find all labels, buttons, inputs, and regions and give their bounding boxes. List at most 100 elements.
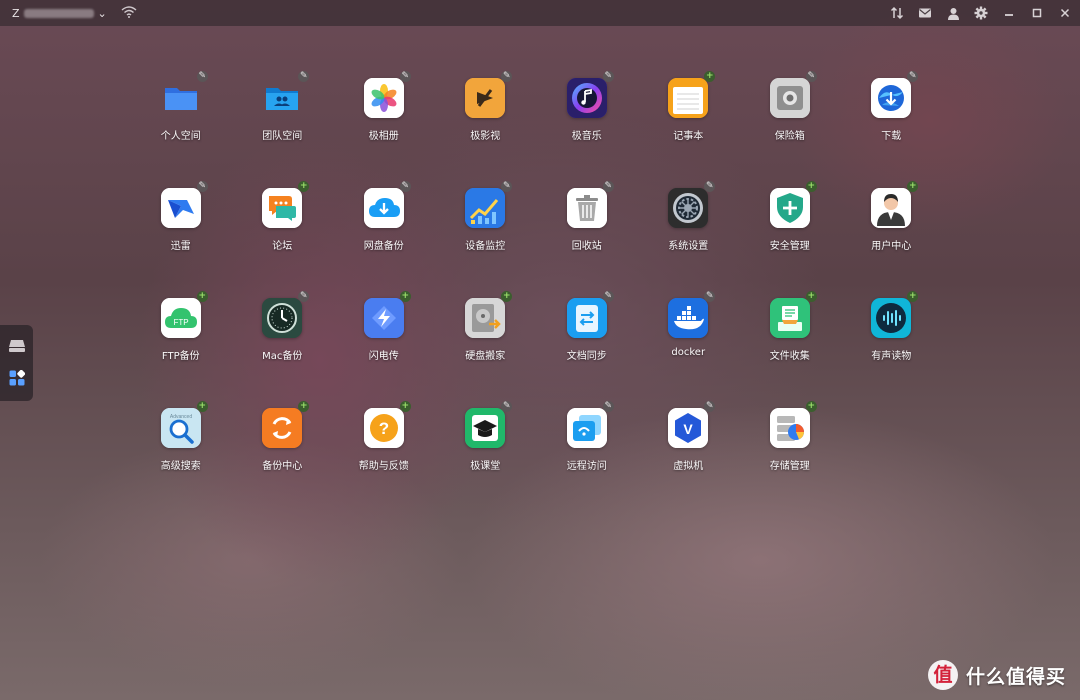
app-tile[interactable]: V ✎ 虚拟机 [638, 398, 740, 508]
app-tile[interactable]: + 硬盘搬家 [435, 288, 537, 398]
user-icon[interactable] [946, 6, 960, 20]
add-badge-icon[interactable]: + [805, 291, 817, 302]
gear-icon[interactable] [974, 6, 988, 20]
cloud-backup-icon[interactable]: ✎ [363, 181, 411, 228]
close-icon[interactable] [1058, 6, 1072, 20]
app-tile[interactable]: + 记事本 [638, 68, 740, 178]
music-icon[interactable]: ✎ [566, 71, 614, 118]
vm-icon[interactable]: V ✎ [668, 401, 716, 448]
forum-icon[interactable]: + [262, 181, 310, 228]
app-tile[interactable]: ✎ 极影视 [435, 68, 537, 178]
app-tile[interactable]: Advanced + 高级搜索 [130, 398, 232, 508]
edit-badge-icon[interactable]: ✎ [704, 181, 716, 192]
wifi-icon[interactable] [121, 5, 137, 21]
add-badge-icon[interactable]: + [399, 401, 411, 412]
add-badge-icon[interactable]: + [501, 291, 513, 302]
settings-icon[interactable]: ✎ [668, 181, 716, 228]
flash-transfer-icon[interactable]: + [363, 291, 411, 338]
drive-icon[interactable] [8, 337, 26, 355]
photos-icon[interactable]: ✎ [363, 71, 411, 118]
docker-icon[interactable]: ✎ [668, 291, 716, 338]
edit-badge-icon[interactable]: ✎ [196, 71, 208, 82]
add-badge-icon[interactable]: + [298, 181, 310, 192]
transfer-icon[interactable] [890, 6, 904, 20]
classroom-icon[interactable]: ✎ [465, 401, 513, 448]
advanced-search-icon[interactable]: Advanced + [160, 401, 208, 448]
ftp-cloud-icon[interactable]: FTP + [160, 291, 208, 338]
app-tile[interactable]: ✎ 远程访问 [536, 398, 638, 508]
edit-badge-icon[interactable]: ✎ [704, 291, 716, 302]
disk-move-icon[interactable]: + [465, 291, 513, 338]
edit-badge-icon[interactable]: ✎ [805, 71, 817, 82]
app-tile[interactable]: ✎ docker [638, 288, 740, 398]
thunder-icon[interactable]: ✎ [160, 181, 208, 228]
trash-icon[interactable]: ✎ [566, 181, 614, 228]
edit-badge-icon[interactable]: ✎ [501, 71, 513, 82]
edit-badge-icon[interactable]: ✎ [501, 181, 513, 192]
add-badge-icon[interactable]: + [704, 71, 716, 82]
download-globe-icon[interactable]: ✎ [871, 71, 919, 118]
app-tile[interactable]: ✎ 文档同步 [536, 288, 638, 398]
user-center-icon[interactable]: + [871, 181, 919, 228]
help-icon[interactable]: ? + [363, 401, 411, 448]
edit-badge-icon[interactable]: ✎ [399, 181, 411, 192]
app-tile[interactable]: ✎ 网盘备份 [333, 178, 435, 288]
time-machine-icon[interactable]: ✎ [262, 291, 310, 338]
add-badge-icon[interactable]: + [805, 401, 817, 412]
file-collect-icon[interactable]: + [769, 291, 817, 338]
edit-badge-icon[interactable]: ✎ [196, 181, 208, 192]
notepad-icon[interactable]: + [668, 71, 716, 118]
folder-icon[interactable]: ✎ [161, 71, 208, 118]
add-badge-icon[interactable]: + [298, 401, 310, 412]
edit-badge-icon[interactable]: ✎ [602, 291, 614, 302]
apps-grid-icon[interactable] [8, 369, 26, 387]
edit-badge-icon[interactable]: ✎ [907, 71, 919, 82]
app-tile[interactable]: + 有声读物 [841, 288, 943, 398]
shield-icon[interactable]: + [769, 181, 817, 228]
app-tile[interactable]: ✎ Mac备份 [232, 288, 334, 398]
app-tile[interactable]: ✎ 极音乐 [536, 68, 638, 178]
edit-badge-icon[interactable]: ✎ [298, 291, 310, 302]
app-tile[interactable]: + 用户中心 [841, 178, 943, 288]
add-badge-icon[interactable]: + [196, 291, 208, 302]
device-selector[interactable]: Z ⌄ [12, 7, 107, 20]
app-tile[interactable]: ✎ 极课堂 [435, 398, 537, 508]
team-folder-icon[interactable]: ✎ [262, 71, 310, 118]
app-tile[interactable]: + 存储管理 [739, 398, 841, 508]
minimize-icon[interactable] [1002, 6, 1016, 20]
edit-badge-icon[interactable]: ✎ [704, 401, 716, 412]
edit-badge-icon[interactable]: ✎ [501, 401, 513, 412]
edit-badge-icon[interactable]: ✎ [298, 71, 310, 82]
app-tile[interactable]: + 文件收集 [739, 288, 841, 398]
maximize-icon[interactable] [1030, 6, 1044, 20]
add-badge-icon[interactable]: + [196, 401, 208, 412]
edit-badge-icon[interactable]: ✎ [399, 71, 411, 82]
app-tile[interactable]: ✎ 下载 [841, 68, 943, 178]
backup-center-icon[interactable]: + [262, 401, 310, 448]
app-tile[interactable]: + 备份中心 [232, 398, 334, 508]
monitor-chart-icon[interactable]: ✎ [465, 181, 513, 228]
app-tile[interactable]: ✎ 迅雷 [130, 178, 232, 288]
storage-icon[interactable]: + [769, 401, 817, 448]
add-badge-icon[interactable]: + [805, 181, 817, 192]
edit-badge-icon[interactable]: ✎ [602, 401, 614, 412]
app-tile[interactable]: ✎ 设备监控 [435, 178, 537, 288]
app-tile[interactable]: ? + 帮助与反馈 [333, 398, 435, 508]
edit-badge-icon[interactable]: ✎ [602, 181, 614, 192]
app-tile[interactable]: ✎ 系统设置 [638, 178, 740, 288]
add-badge-icon[interactable]: + [907, 181, 919, 192]
safe-icon[interactable]: ✎ [769, 71, 817, 118]
add-badge-icon[interactable]: + [907, 291, 919, 302]
app-tile[interactable]: + 安全管理 [739, 178, 841, 288]
add-badge-icon[interactable]: + [399, 291, 411, 302]
app-tile[interactable]: ✎ 回收站 [536, 178, 638, 288]
video-icon[interactable]: ✎ [465, 71, 513, 118]
app-tile[interactable]: ✎ 保险箱 [739, 68, 841, 178]
mail-icon[interactable] [918, 6, 932, 20]
remote-access-icon[interactable]: ✎ [566, 401, 614, 448]
audiobook-icon[interactable]: + [871, 291, 919, 338]
doc-sync-icon[interactable]: ✎ [566, 291, 614, 338]
app-tile[interactable]: ✎ 个人空间 [130, 68, 232, 178]
app-tile[interactable]: FTP + FTP备份 [130, 288, 232, 398]
app-tile[interactable]: + 论坛 [232, 178, 334, 288]
